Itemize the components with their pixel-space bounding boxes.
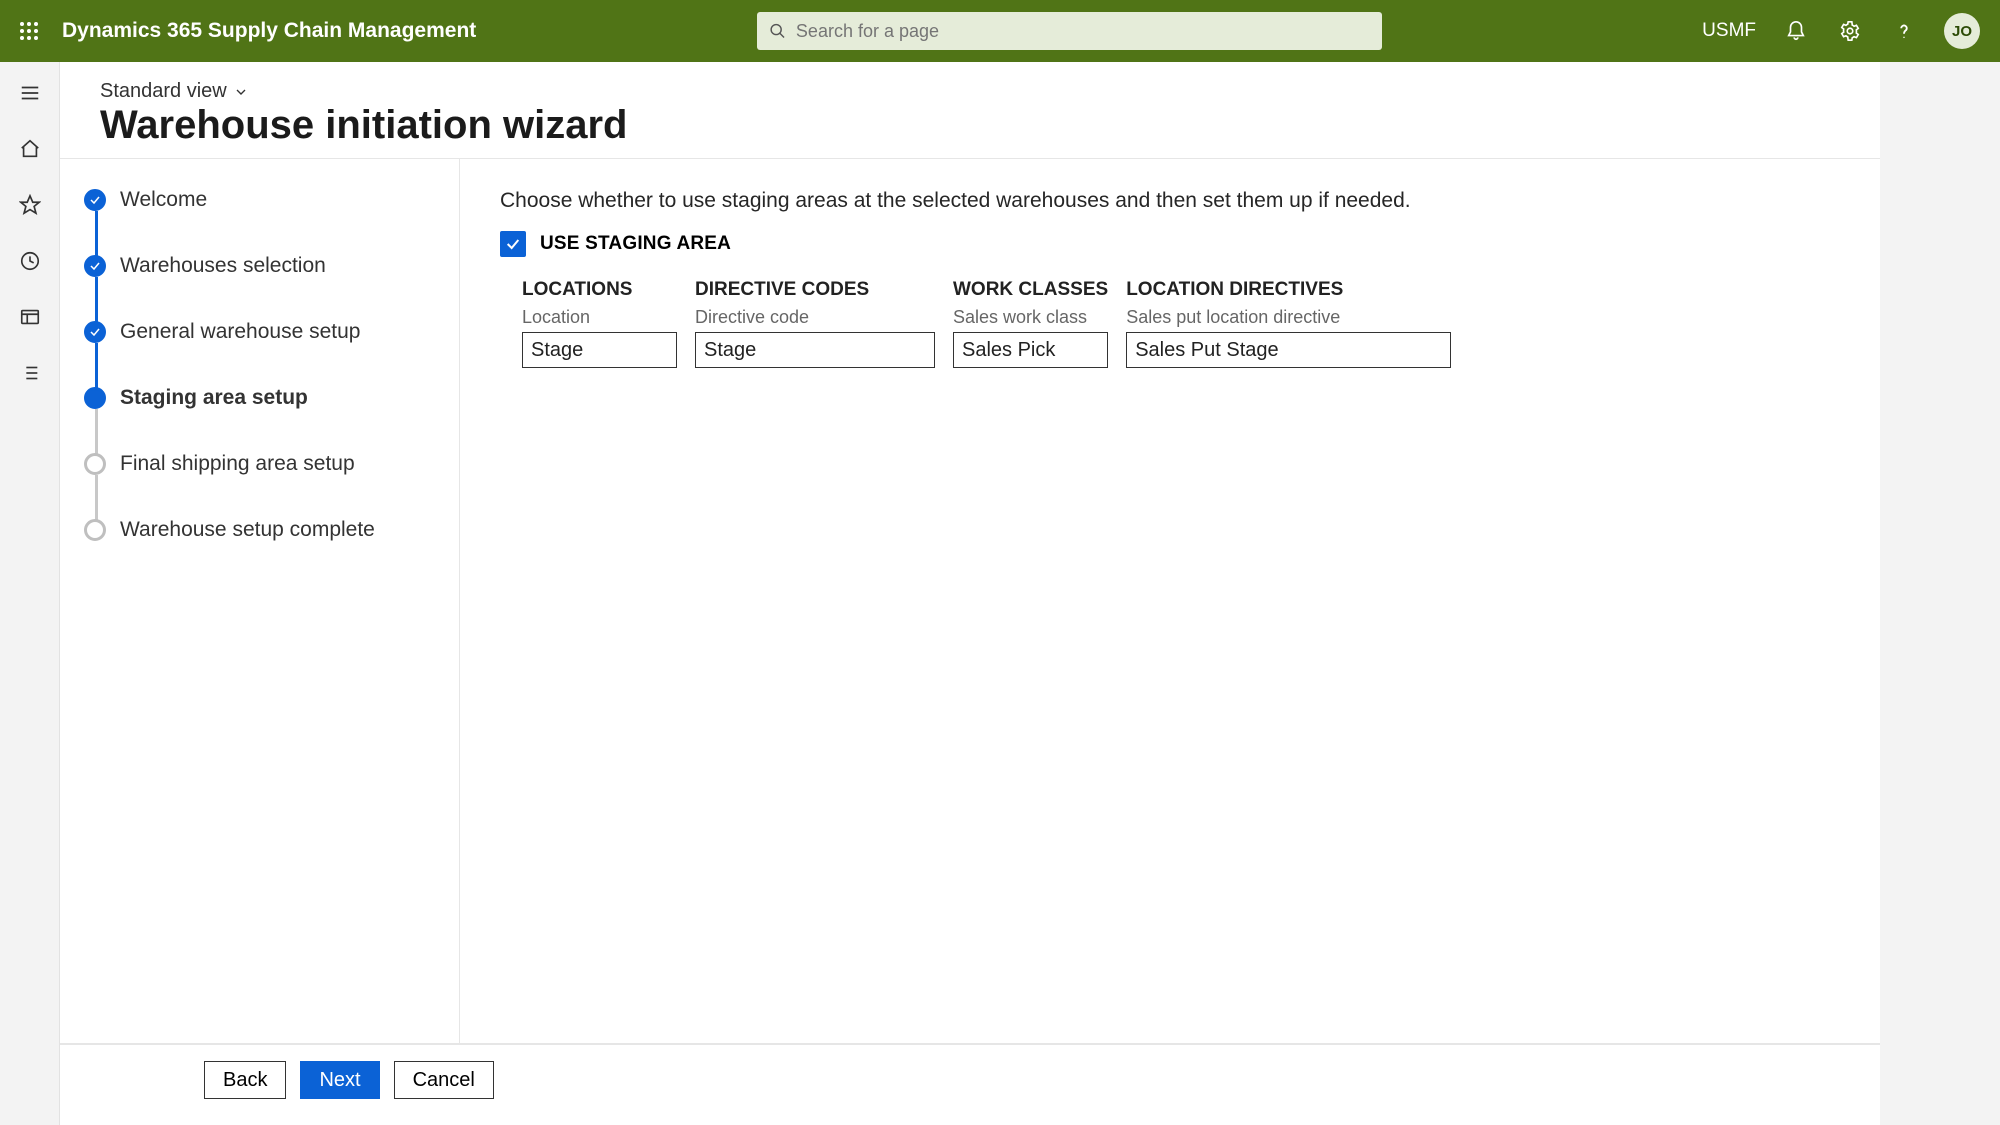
next-button[interactable]: Next: [300, 1061, 379, 1099]
step-label: Welcome: [120, 189, 207, 211]
cancel-button[interactable]: Cancel: [394, 1061, 494, 1099]
back-button[interactable]: Back: [204, 1061, 286, 1099]
step-label: General warehouse setup: [120, 321, 361, 343]
company-code[interactable]: USMF: [1702, 20, 1756, 42]
staging-columns: LOCATIONS Location DIRECTIVE CODES Direc…: [500, 271, 1840, 368]
wizard-pane: Choose whether to use staging areas at t…: [460, 159, 1880, 1043]
wizard-step-staging[interactable]: Staging area setup: [84, 387, 429, 453]
content: Welcome Warehouses selection General war…: [60, 159, 1880, 1045]
step-status-done-icon: [84, 189, 106, 211]
step-label: Warehouses selection: [120, 255, 326, 277]
page-title: Warehouse initiation wizard: [100, 103, 1840, 148]
step-status-done-icon: [84, 321, 106, 343]
left-nav-rail: [0, 62, 60, 1125]
step-status-current-icon: [84, 387, 106, 409]
instruction-text: Choose whether to use staging areas at t…: [500, 189, 1840, 213]
work-class-input[interactable]: [953, 332, 1108, 368]
wizard-step-complete[interactable]: Warehouse setup complete: [84, 519, 429, 541]
page-header: Standard view Warehouse initiation wizar…: [60, 62, 1880, 159]
chevron-down-icon: [233, 84, 249, 100]
app-name: Dynamics 365 Supply Chain Management: [62, 19, 476, 43]
col-header-locations: LOCATIONS: [522, 279, 677, 301]
location-input[interactable]: [522, 332, 677, 368]
step-status-todo-icon: [84, 519, 106, 541]
field-label-location-directive: Sales put location directive: [1126, 307, 1451, 328]
step-status-done-icon: [84, 255, 106, 277]
wizard-step-warehouses[interactable]: Warehouses selection: [84, 255, 429, 321]
directive-code-input[interactable]: [695, 332, 935, 368]
use-staging-checkbox[interactable]: [500, 231, 526, 257]
recent-icon[interactable]: [15, 246, 45, 276]
wizard-step-general-setup[interactable]: General warehouse setup: [84, 321, 429, 387]
col-header-directive-codes: DIRECTIVE CODES: [695, 279, 935, 301]
search-box[interactable]: [757, 12, 1382, 50]
workspaces-icon[interactable]: [15, 302, 45, 332]
home-icon[interactable]: [15, 134, 45, 164]
step-label: Final shipping area setup: [120, 453, 355, 475]
view-selector[interactable]: Standard view: [100, 80, 249, 103]
location-directive-input[interactable]: [1126, 332, 1451, 368]
hamburger-icon[interactable]: [15, 78, 45, 108]
step-status-todo-icon: [84, 453, 106, 475]
view-label: Standard view: [100, 80, 227, 103]
wizard-steps: Welcome Warehouses selection General war…: [60, 159, 460, 1043]
step-label: Staging area setup: [120, 387, 308, 409]
topbar: Dynamics 365 Supply Chain Management USM…: [0, 0, 2000, 62]
wizard-step-welcome[interactable]: Welcome: [84, 189, 429, 255]
search-input[interactable]: [796, 21, 1370, 42]
notifications-icon[interactable]: [1782, 17, 1810, 45]
settings-icon[interactable]: [1836, 17, 1864, 45]
step-label: Warehouse setup complete: [120, 519, 375, 541]
use-staging-label: USE STAGING AREA: [540, 233, 731, 255]
user-avatar[interactable]: JO: [1944, 13, 1980, 49]
wizard-footer: Back Next Cancel: [60, 1045, 1880, 1125]
field-label-work-class: Sales work class: [953, 307, 1108, 328]
main: Standard view Warehouse initiation wizar…: [60, 62, 2000, 1125]
field-label-location: Location: [522, 307, 677, 328]
help-icon[interactable]: [1890, 17, 1918, 45]
col-header-location-directives: LOCATION DIRECTIVES: [1126, 279, 1451, 301]
modules-icon[interactable]: [15, 358, 45, 388]
app-launcher-icon[interactable]: [14, 16, 44, 46]
wizard-step-final-shipping[interactable]: Final shipping area setup: [84, 453, 429, 519]
col-header-work-classes: WORK CLASSES: [953, 279, 1108, 301]
field-label-directive-code: Directive code: [695, 307, 935, 328]
favorites-icon[interactable]: [15, 190, 45, 220]
